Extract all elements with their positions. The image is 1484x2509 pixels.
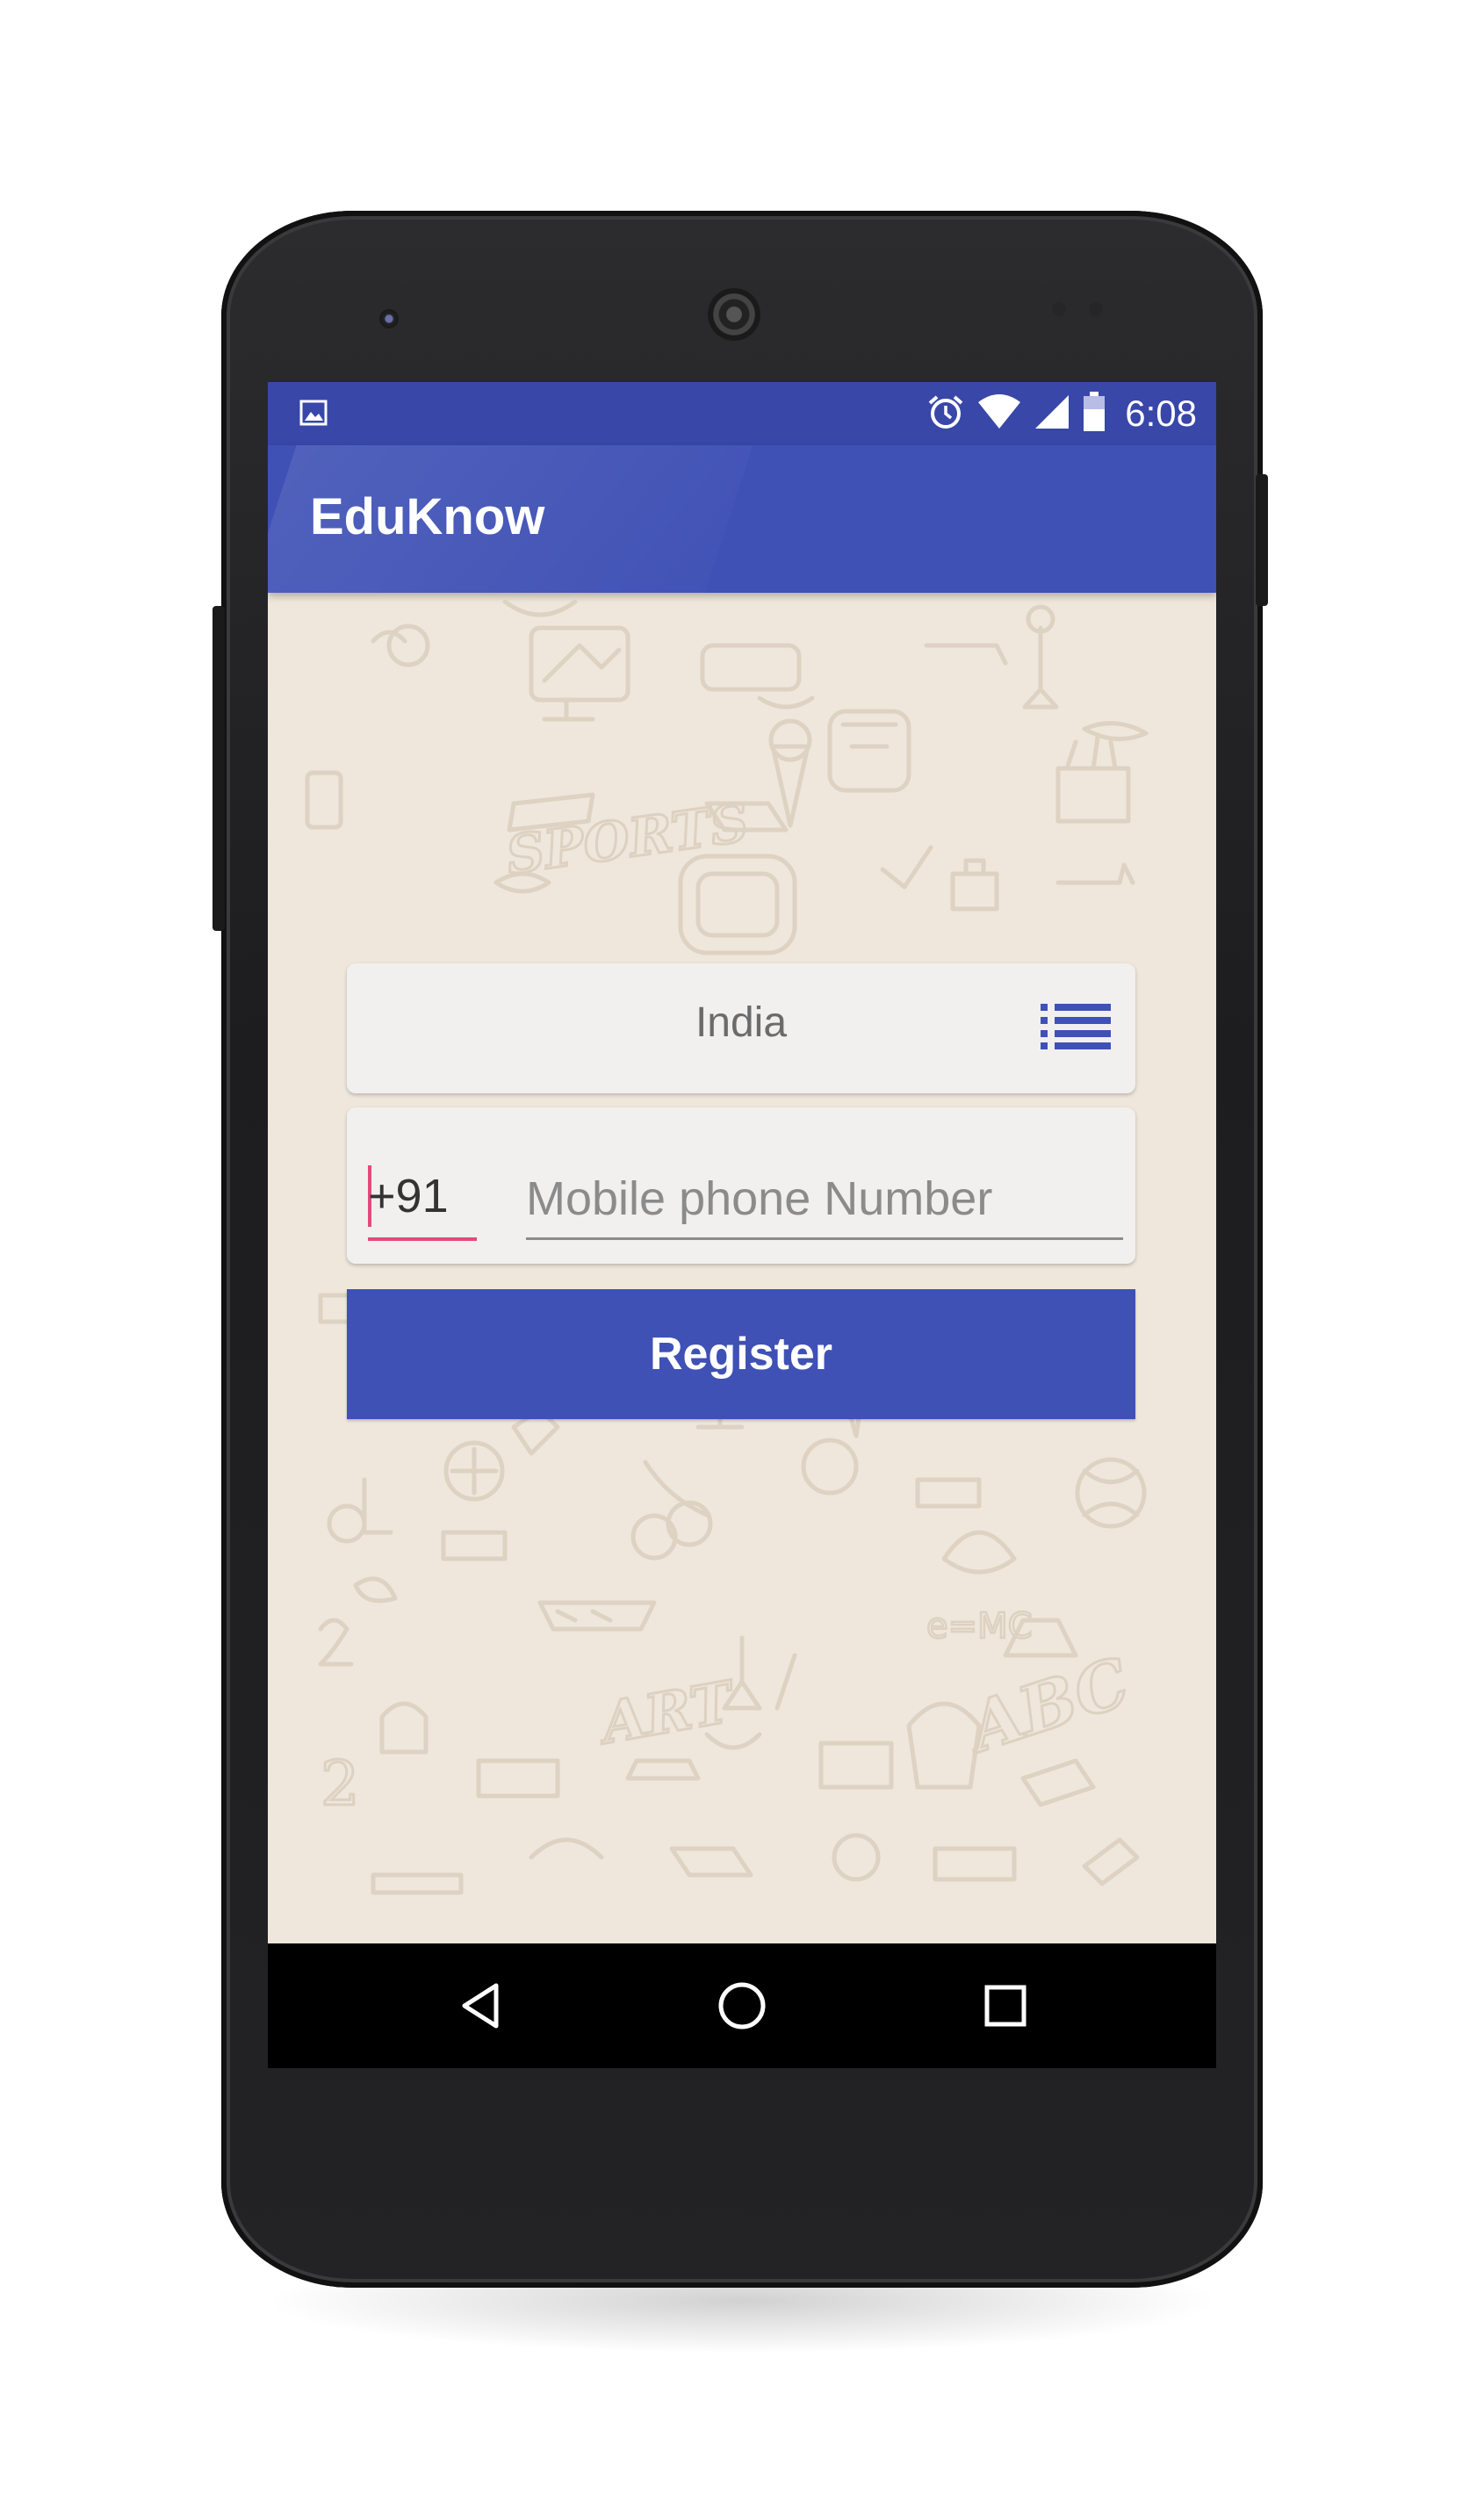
home-icon[interactable]	[711, 1975, 773, 2037]
front-camera	[379, 309, 399, 328]
navigation-bar	[268, 1943, 1216, 2068]
wifi-icon	[977, 393, 1021, 434]
earpiece-speaker	[708, 288, 760, 341]
mobile-number-input[interactable]	[526, 1164, 1123, 1234]
app-title: EduKnow	[310, 488, 545, 545]
svg-text:2: 2	[321, 1748, 360, 1820]
status-icons: 6:08	[926, 382, 1197, 445]
status-bar: 6:08	[268, 382, 1216, 445]
svg-text:e=MC: e=MC	[926, 1606, 1033, 1647]
power-button	[1256, 474, 1268, 606]
svg-text:ABC: ABC	[955, 1642, 1138, 1769]
register-button[interactable]: Register	[347, 1289, 1135, 1419]
cell-signal-icon	[1034, 393, 1070, 434]
status-time: 6:08	[1125, 393, 1197, 434]
battery-icon	[1083, 392, 1106, 436]
list-icon[interactable]	[1041, 1004, 1111, 1049]
doodle-background: SPORTS ART ABC e=MC 2	[305, 599, 1149, 1895]
country-name: India	[695, 999, 788, 1046]
proximity-sensor	[1052, 302, 1066, 316]
country-code-field[interactable]: +91	[368, 1164, 477, 1241]
screen: 6:08 EduKnow SPORTS ART ABC e=MC 2 India…	[268, 382, 1216, 2068]
image-notification-icon	[299, 400, 328, 426]
light-sensor	[1089, 302, 1103, 316]
back-icon[interactable]	[452, 1975, 514, 2037]
country-selector[interactable]: India	[347, 963, 1135, 1093]
volume-button	[213, 606, 225, 931]
app-bar: EduKnow	[268, 445, 1216, 593]
alarm-icon	[926, 393, 965, 435]
mobile-number-field[interactable]	[526, 1164, 1123, 1240]
country-code-value: +91	[368, 1170, 449, 1222]
phone-input-card: +91	[347, 1107, 1135, 1264]
recents-icon[interactable]	[975, 1975, 1036, 2037]
